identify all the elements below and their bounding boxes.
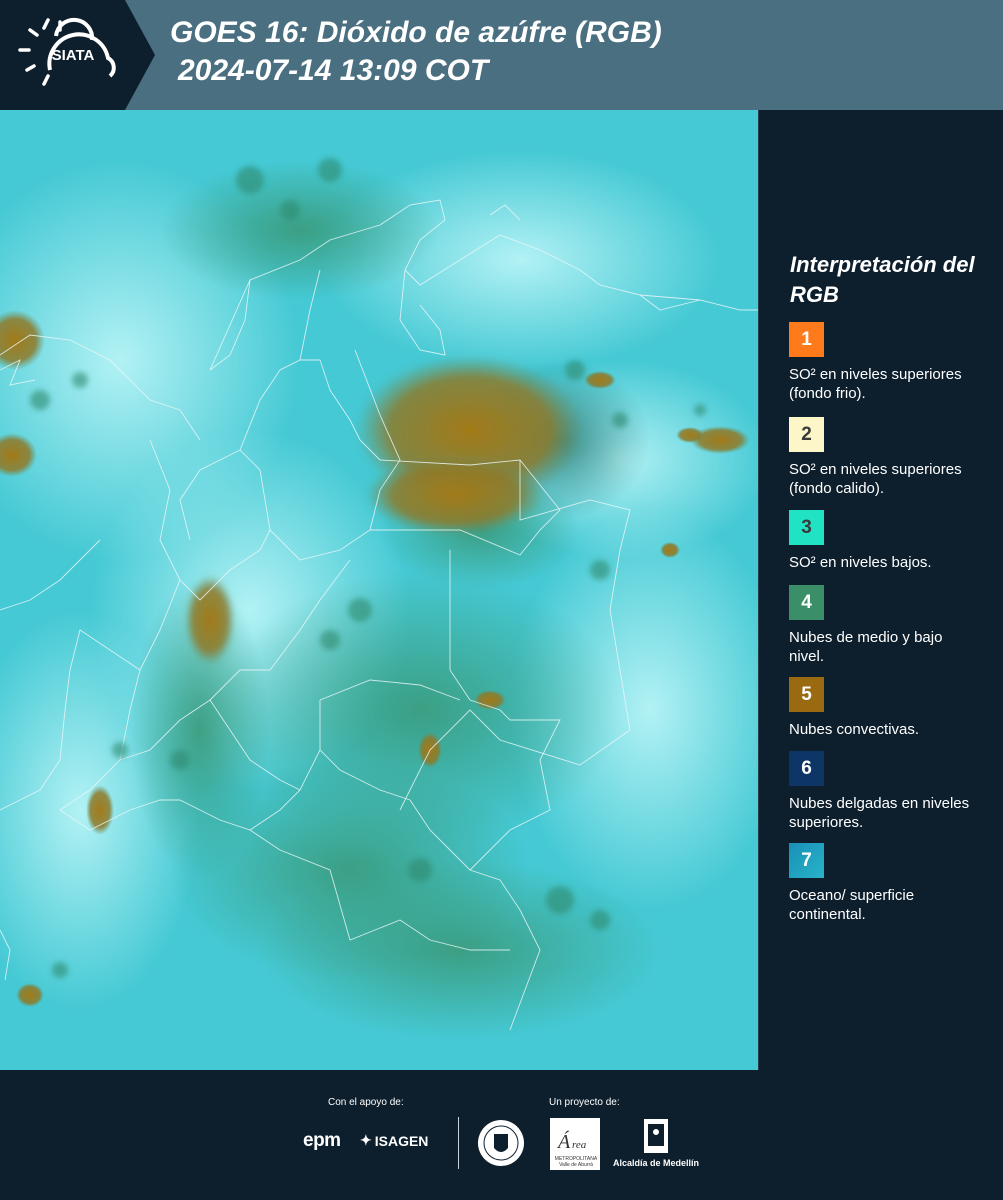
legend-swatch-3: 3 <box>789 510 824 545</box>
footer-divider <box>458 1117 459 1169</box>
legend-text-5: Nubes convectivas. <box>789 721 920 738</box>
legend-item-7: 7 Oceano/ superficie continental. <box>789 843 999 924</box>
page-title: GOES 16: Dióxido de azúfre (RGB) 2024-07… <box>170 14 662 90</box>
legend-title: Interpretación del RGB <box>790 252 975 307</box>
legend-text-4: Nubes de medio y bajo nivel. <box>789 629 943 665</box>
title-line-1: GOES 16: Dióxido de azúfre (RGB) <box>170 16 662 49</box>
legend-swatch-5: 5 <box>789 677 824 712</box>
title-line-2: 2024-07-14 13:09 COT <box>178 54 489 87</box>
svg-text:Á: Á <box>556 1130 571 1153</box>
legend-swatch-4: 4 <box>789 585 824 620</box>
support-label: Con el apoyo de: <box>328 1097 404 1108</box>
legend-item-2: 2 SO² en niveles superiores (fondo calid… <box>789 417 999 498</box>
legend-swatch-1: 1 <box>789 322 824 357</box>
legend-swatch-2: 2 <box>789 417 824 452</box>
isagen-logo: ✦ ISAGEN <box>360 1132 428 1149</box>
header-bar: SIATA GOES 16: Dióxido de azúfre (RGB) 2… <box>0 0 1003 110</box>
legend-swatch-6: 6 <box>789 751 824 786</box>
legend-text-1: SO² en niveles superiores (fondo frio). <box>789 366 962 402</box>
legend-item-1: 1 SO² en niveles superiores (fondo frio)… <box>789 322 999 403</box>
legend-text-2: SO² en niveles superiores (fondo calido)… <box>789 461 962 497</box>
legend-item-5: 5 Nubes convectivas. <box>789 677 999 739</box>
siata-logo-text: SIATA <box>52 47 95 64</box>
legend-text-7: Oceano/ superficie continental. <box>789 887 915 923</box>
alcaldia-shield-icon <box>643 1118 669 1161</box>
isagen-icon: ✦ <box>360 1132 372 1148</box>
footer: Con el apoyo de: Un proyecto de: epm ✦ I… <box>0 1070 1003 1200</box>
isagen-text: ISAGEN <box>374 1132 429 1149</box>
project-label: Un proyecto de: <box>549 1097 620 1108</box>
legend-text-6: Nubes delgadas en niveles superiores. <box>789 795 970 831</box>
legend-panel: Interpretación del RGB 1 SO² en niveles … <box>758 110 1003 1070</box>
area-metropolitana-text: METROPOLITANA Valle de Aburrá <box>554 1156 598 1168</box>
legend-item-3: 3 SO² en niveles bajos. <box>789 510 999 572</box>
svg-text:rea: rea <box>572 1139 587 1151</box>
legend-item-6: 6 Nubes delgadas en niveles superiores. <box>789 751 999 832</box>
alcaldia-label: Alcaldía de Medellín <box>613 1158 700 1168</box>
satellite-image <box>0 110 758 1070</box>
legend-text-3: SO² en niveles bajos. <box>789 554 932 571</box>
legend-swatch-7: 7 <box>789 843 824 878</box>
legend-item-4: 4 Nubes de medio y bajo nivel. <box>789 585 999 666</box>
medellin-seal-icon <box>477 1118 525 1173</box>
siata-logo: SIATA <box>0 0 155 110</box>
epm-logo: epm <box>303 1130 341 1151</box>
